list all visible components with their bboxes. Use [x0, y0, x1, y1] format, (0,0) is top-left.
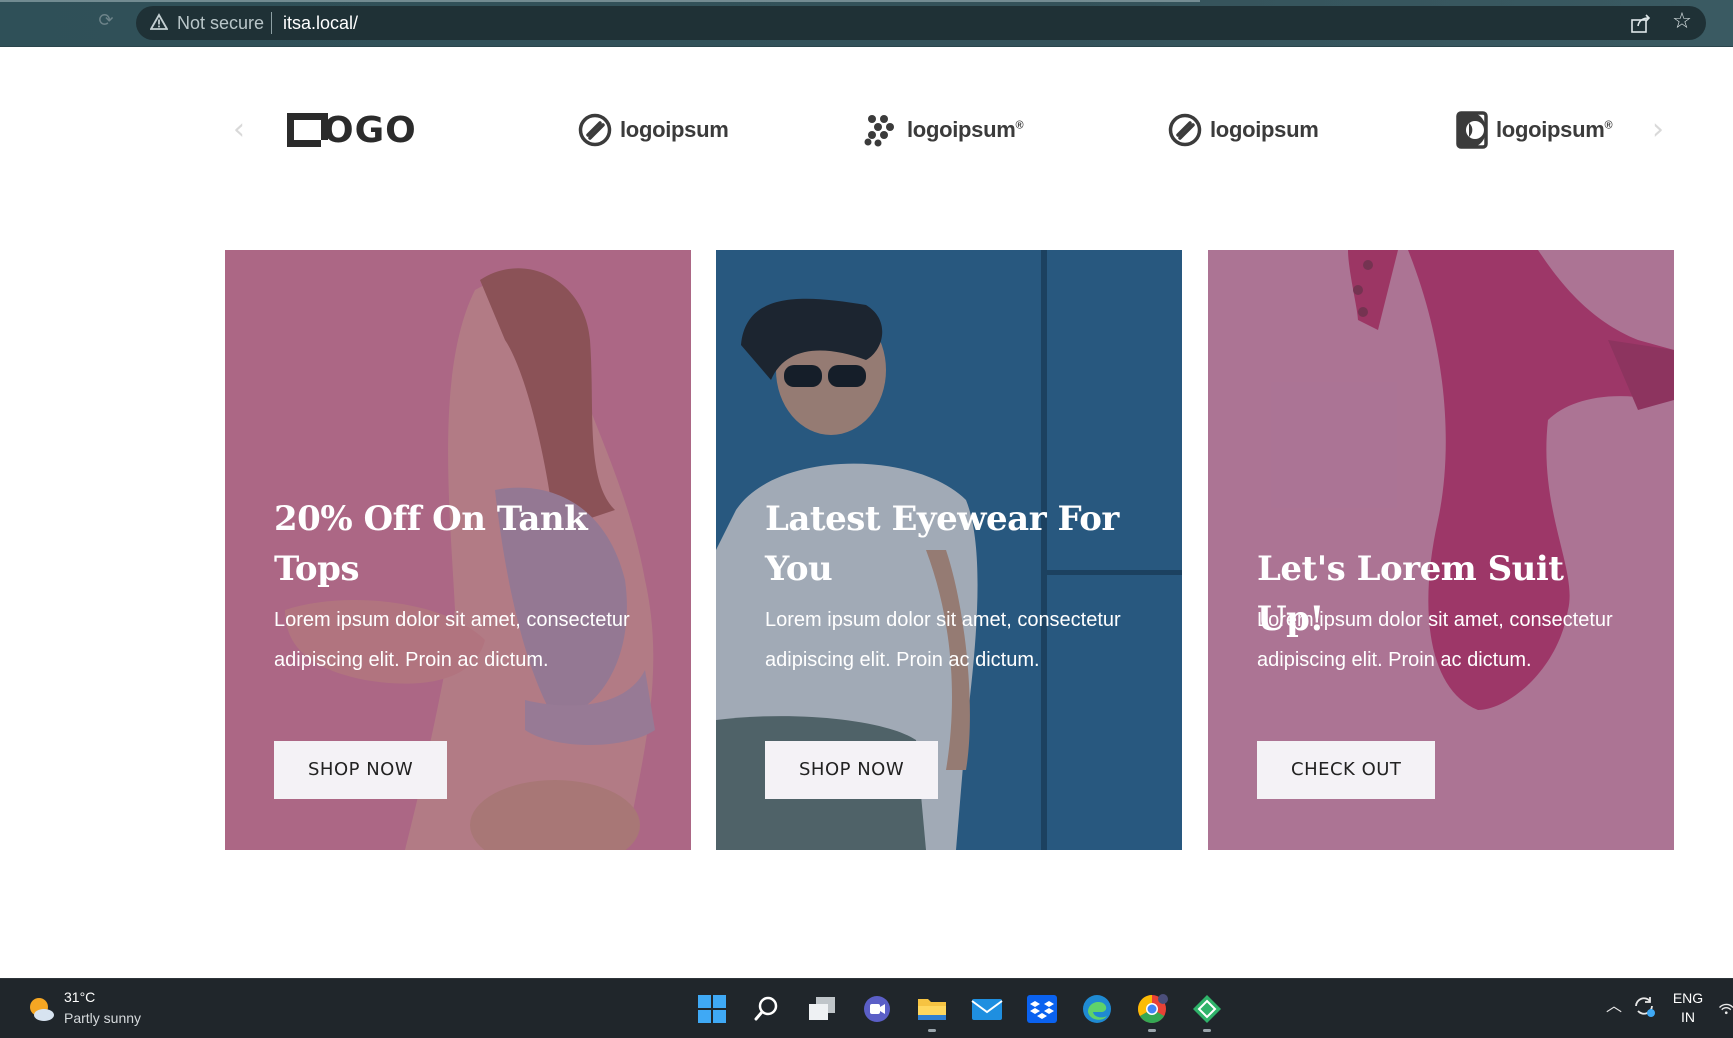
shop-now-button[interactable]: SHOP NOW — [274, 741, 448, 799]
logo-text: logoipsum — [1210, 117, 1319, 142]
edge-icon[interactable] — [1079, 991, 1115, 1027]
logo-text: logoipsum® — [907, 117, 1024, 142]
weather-condition[interactable]: Partly sunny — [64, 1010, 141, 1026]
logoipsum-leaf-icon — [578, 113, 612, 147]
brand-logo-2[interactable]: logoipsum — [578, 108, 729, 152]
chevron-up-icon[interactable]: ︿ — [1604, 996, 1624, 1016]
partly-sunny-icon[interactable] — [26, 994, 56, 1024]
url-text[interactable]: itsa.local/ — [283, 12, 358, 34]
brand-logo-4[interactable]: logoipsum — [1168, 108, 1319, 152]
running-indicator — [1148, 1029, 1156, 1032]
mail-icon[interactable] — [969, 991, 1005, 1027]
carousel-next-icon[interactable]: › — [1647, 115, 1669, 145]
address-bar[interactable] — [136, 6, 1706, 40]
brand-logo-5[interactable]: logoipsum® — [1456, 108, 1613, 152]
region-code: IN — [1681, 1009, 1695, 1025]
chrome-icon[interactable] — [1134, 991, 1170, 1027]
windows-start-icon[interactable] — [694, 991, 730, 1027]
logo-text: OGO — [323, 109, 417, 151]
task-view-icon[interactable] — [804, 991, 840, 1027]
tab-strip-edge — [0, 0, 1200, 2]
card-description: Lorem ipsum dolor sit amet, consectetur … — [274, 609, 630, 671]
promo-card-eyewear[interactable]: Latest Eyewear For You Lorem ipsum dolor… — [716, 250, 1182, 850]
check-out-button[interactable]: CHECK OUT — [1257, 741, 1436, 799]
logoipsum-halfmoon-icon — [1456, 111, 1488, 149]
logo-square-l-icon — [287, 113, 328, 147]
logo-wordmark: OGO — [287, 110, 417, 151]
brand-logo-1[interactable]: OGO — [287, 108, 417, 152]
card-description: Lorem ipsum dolor sit amet, consectetur … — [1257, 609, 1613, 671]
address-separator — [271, 12, 272, 34]
bookmark-star-icon[interactable]: ☆ — [1670, 10, 1694, 34]
sync-icon[interactable] — [1632, 994, 1656, 1018]
logo-text: logoipsum — [620, 117, 729, 142]
security-label[interactable]: Not secure — [177, 12, 264, 34]
teams-chat-icon[interactable] — [859, 991, 895, 1027]
browser-toolbar: ⟳ Not secure itsa.local/ ☆ — [0, 0, 1733, 47]
running-indicator — [1203, 1029, 1211, 1032]
logo-text: logoipsum® — [1496, 117, 1613, 142]
card-description: Lorem ipsum dolor sit amet, consectetur … — [765, 609, 1121, 671]
promo-card-suit-up[interactable]: Let's Lorem Suit Up! Lorem ipsum dolor s… — [1208, 250, 1674, 850]
carousel-prev-icon[interactable]: ‹ — [228, 115, 250, 145]
app-diamond-icon[interactable] — [1189, 991, 1225, 1027]
logoipsum-leaf-icon — [1168, 113, 1202, 147]
running-indicator — [928, 1029, 936, 1032]
promo-card-tank-tops[interactable]: 20% Off On Tank Tops Lorem ipsum dolor s… — [225, 250, 691, 850]
logoipsum-dots-icon — [864, 115, 894, 147]
share-icon[interactable] — [1630, 12, 1652, 34]
search-icon[interactable] — [749, 991, 785, 1027]
brand-logo-3[interactable]: logoipsum® — [863, 108, 1024, 152]
card-title: 20% Off On Tank Tops — [274, 499, 588, 589]
wifi-icon[interactable] — [1718, 999, 1733, 1019]
warning-icon[interactable] — [150, 13, 168, 31]
language-indicator[interactable]: ENG IN — [1670, 989, 1706, 1027]
card-title: Latest Eyewear For You — [765, 499, 1119, 589]
language-code: ENG — [1672, 990, 1704, 1006]
shop-now-button[interactable]: SHOP NOW — [765, 741, 939, 799]
windows-taskbar: 31°C Partly sunny ︿ ENG IN — [0, 978, 1733, 1038]
weather-temperature[interactable]: 31°C — [64, 989, 95, 1005]
file-explorer-icon[interactable] — [914, 991, 950, 1027]
dropbox-icon[interactable] — [1024, 991, 1060, 1027]
reload-icon[interactable]: ⟳ — [96, 11, 116, 31]
